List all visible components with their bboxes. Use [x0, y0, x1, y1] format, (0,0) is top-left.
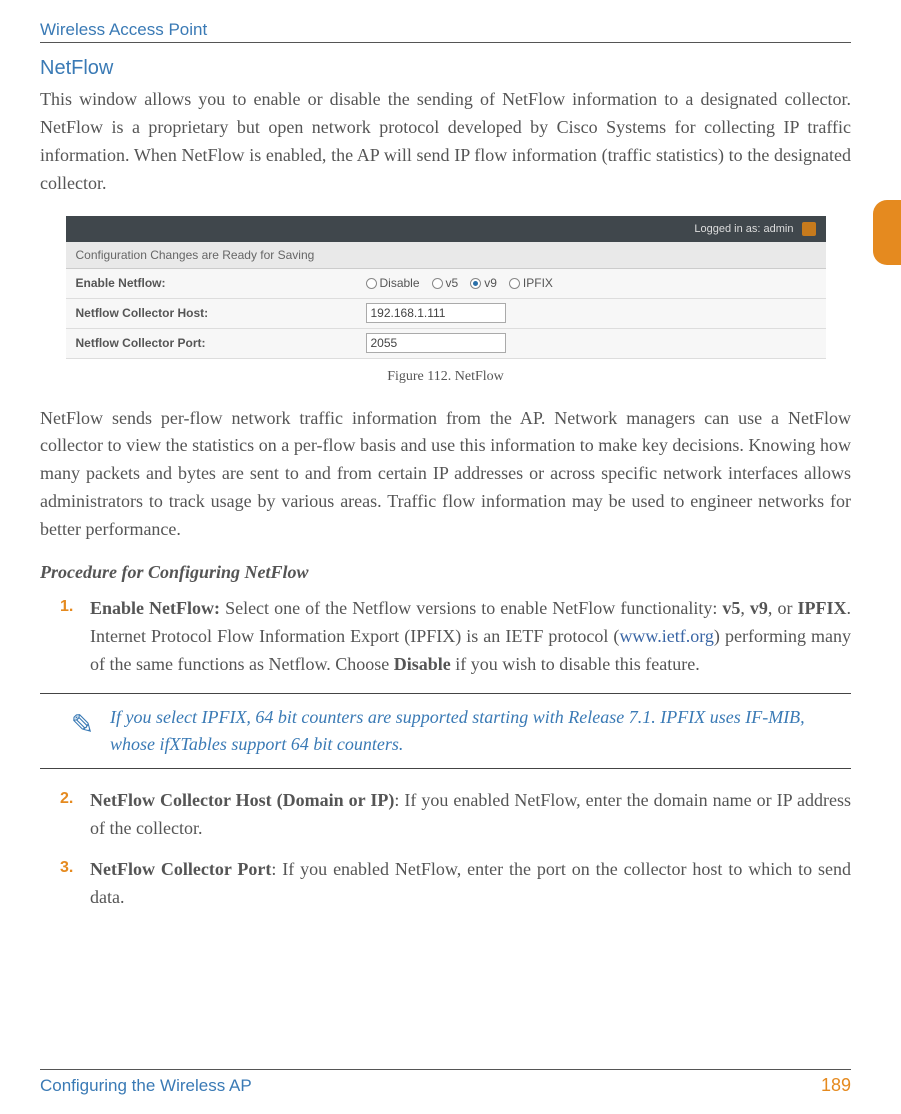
note-callout: ✎ If you select IPFIX, 64 bit counters a…	[40, 693, 851, 769]
section-heading-netflow: NetFlow	[40, 57, 851, 80]
procedure-steps-cont: 2. NetFlow Collector Host (Domain or IP)…	[40, 787, 851, 913]
radio-disable[interactable]: Disable	[366, 276, 420, 290]
step-2-number: 2.	[40, 787, 90, 843]
config-pending-notice: Configuration Changes are Ready for Savi…	[66, 242, 826, 269]
enable-netflow-options: Disable v5 v9 IPFIX	[366, 276, 826, 290]
step-2: 2. NetFlow Collector Host (Domain or IP)…	[40, 787, 851, 843]
radio-v5[interactable]: v5	[432, 276, 459, 290]
step-1: 1. Enable NetFlow: Select one of the Net…	[40, 595, 851, 679]
step-1-number: 1.	[40, 595, 90, 679]
step-1-text: Enable NetFlow: Select one of the Netflo…	[90, 595, 851, 679]
footer: Configuring the Wireless AP 189	[40, 1069, 851, 1096]
note-text: If you select IPFIX, 64 bit counters are…	[110, 704, 851, 758]
collector-port-row: Netflow Collector Port:	[66, 329, 826, 359]
page-number: 189	[821, 1075, 851, 1096]
collector-host-input[interactable]	[366, 303, 506, 323]
side-tab-marker	[873, 200, 901, 265]
collector-host-row: Netflow Collector Host:	[66, 299, 826, 329]
footer-rule	[40, 1069, 851, 1070]
procedure-steps: 1. Enable NetFlow: Select one of the Net…	[40, 595, 851, 679]
collector-host-label: Netflow Collector Host:	[66, 306, 366, 320]
figure-caption: Figure 112. NetFlow	[40, 369, 851, 385]
collector-port-label: Netflow Collector Port:	[66, 336, 366, 350]
netflow-config-screenshot: Logged in as: admin Configuration Change…	[66, 216, 826, 359]
ietf-link[interactable]: www.ietf.org	[619, 626, 713, 646]
running-header: Wireless Access Point	[40, 20, 851, 40]
step-3: 3. NetFlow Collector Port: If you enable…	[40, 856, 851, 912]
radio-v9[interactable]: v9	[470, 276, 497, 290]
header-rule	[40, 42, 851, 43]
footer-section-title: Configuring the Wireless AP	[40, 1076, 252, 1096]
note-icon: ✎	[40, 704, 110, 742]
enable-netflow-label: Enable Netflow:	[66, 276, 366, 290]
step-3-number: 3.	[40, 856, 90, 912]
step-2-text: NetFlow Collector Host (Domain or IP): I…	[90, 787, 851, 843]
intro-paragraph-1: This window allows you to enable or disa…	[40, 86, 851, 198]
intro-paragraph-2: NetFlow sends per-flow network traffic i…	[40, 405, 851, 544]
logged-in-label: Logged in as: admin	[694, 223, 793, 235]
enable-netflow-row: Enable Netflow: Disable v5 v9 IPFIX	[66, 269, 826, 299]
radio-ipfix[interactable]: IPFIX	[509, 276, 553, 290]
procedure-heading: Procedure for Configuring NetFlow	[40, 562, 851, 583]
step-3-text: NetFlow Collector Port: If you enabled N…	[90, 856, 851, 912]
collector-port-input[interactable]	[366, 333, 506, 353]
screenshot-topbar: Logged in as: admin	[66, 216, 826, 242]
logout-icon	[802, 222, 816, 236]
